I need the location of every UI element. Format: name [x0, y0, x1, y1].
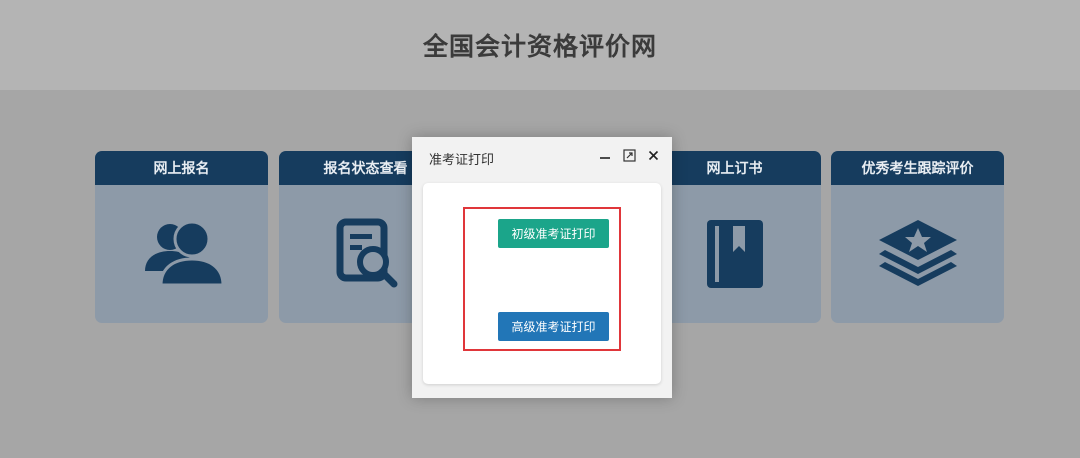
site-title: 全国会计资格评价网 — [422, 32, 657, 61]
card-excellent-candidate-tracking[interactable]: 优秀考生跟踪评价 — [831, 151, 1004, 323]
maximize-icon[interactable] — [622, 147, 636, 163]
close-icon[interactable] — [646, 147, 660, 163]
users-icon — [144, 220, 225, 287]
card-online-registration[interactable]: 网上报名 — [95, 151, 268, 323]
dialog-title: 准考证打印 — [429, 153, 495, 168]
book-bookmark-icon — [706, 220, 763, 288]
document-search-icon — [336, 218, 397, 288]
site-header: 全国会计资格评价网 — [0, 0, 1080, 90]
card-title: 网上报名 — [95, 151, 268, 185]
minimize-icon[interactable] — [598, 147, 612, 163]
admission-ticket-dialog: 准考证打印 初级准考证打印 高级准考证打印 — [412, 137, 672, 398]
primary-ticket-print-button[interactable]: 初级准考证打印 — [498, 219, 609, 248]
card-online-book-order[interactable]: 网上订书 — [648, 151, 821, 323]
card-title: 优秀考生跟踪评价 — [831, 151, 1004, 185]
layers-star-icon — [878, 220, 957, 286]
advanced-ticket-print-button[interactable]: 高级准考证打印 — [498, 312, 609, 341]
card-title: 网上订书 — [648, 151, 821, 185]
dialog-content: 初级准考证打印 高级准考证打印 — [423, 183, 661, 384]
